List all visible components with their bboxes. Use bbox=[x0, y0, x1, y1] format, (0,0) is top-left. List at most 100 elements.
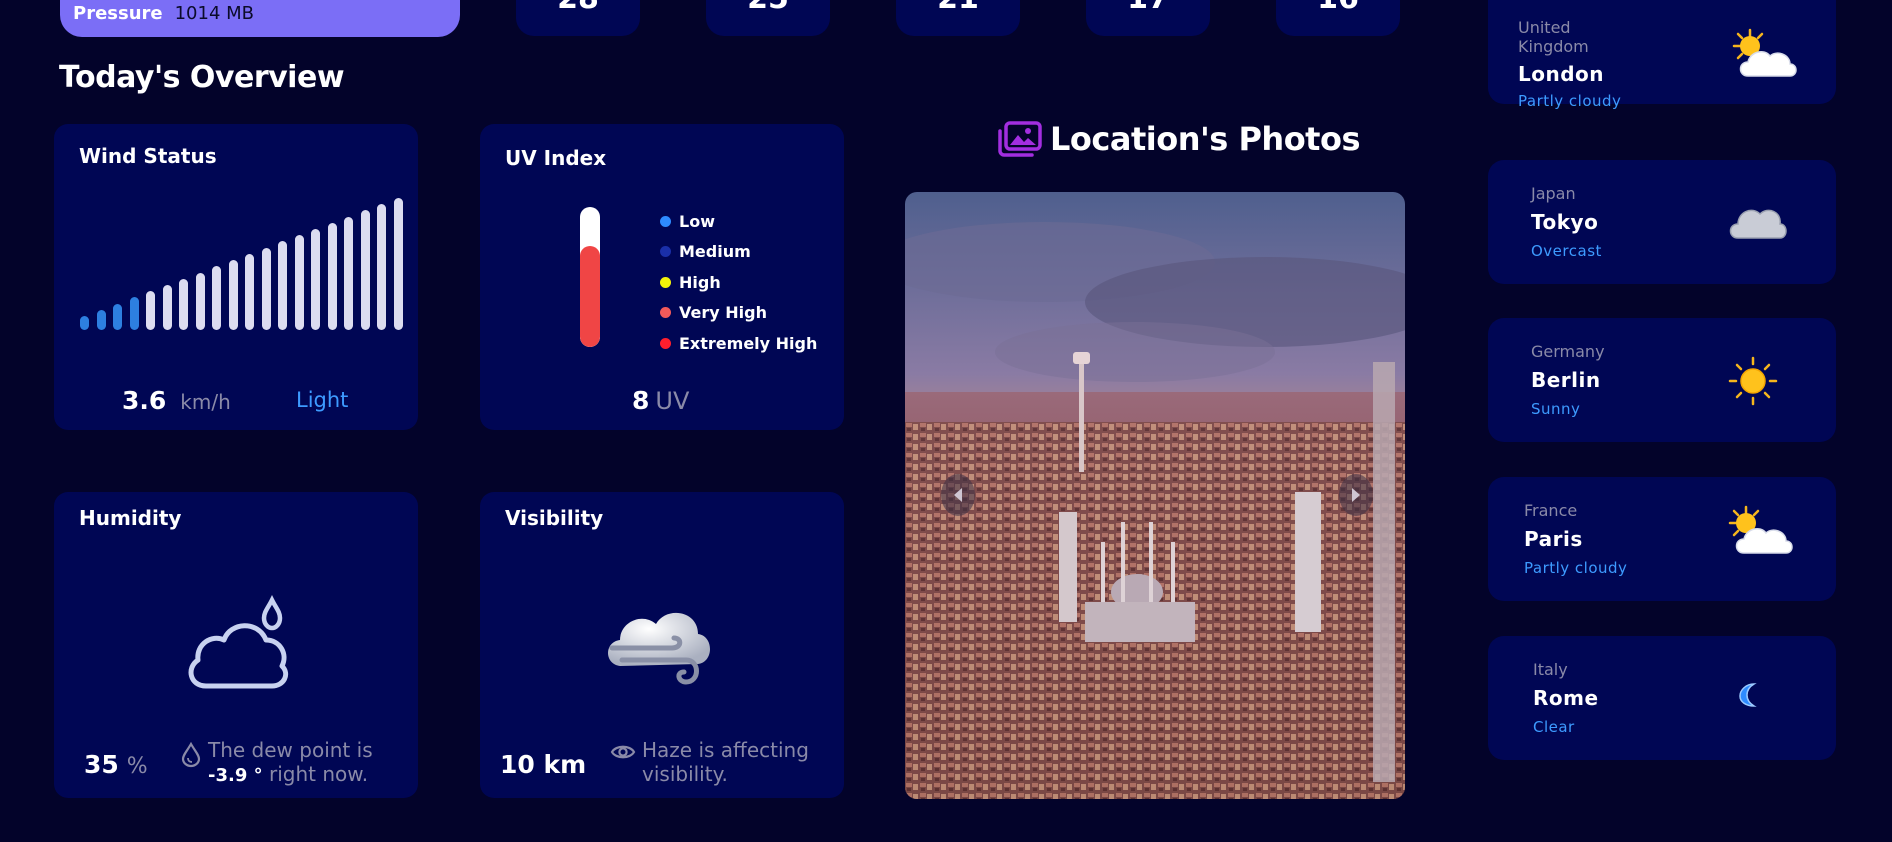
pressure-pill: Pressure 1014 MB bbox=[60, 0, 460, 37]
chevron-right-icon bbox=[1352, 488, 1360, 502]
location-photo-carousel[interactable] bbox=[905, 192, 1405, 799]
photo-prev-button[interactable] bbox=[941, 474, 975, 516]
uv-legend-label: Extremely High bbox=[679, 333, 818, 353]
wind-bar bbox=[261, 247, 271, 330]
city-name: Tokyo bbox=[1531, 210, 1599, 234]
uv-value: 8 bbox=[632, 386, 650, 415]
uv-legend-label: Very High bbox=[679, 303, 767, 323]
wind-bar bbox=[228, 260, 238, 330]
wind-bar bbox=[377, 204, 386, 330]
wind-speed-unit: km/h bbox=[180, 390, 231, 414]
photos-heading: Location's Photos bbox=[998, 120, 1361, 158]
visibility-value: 10 km bbox=[500, 750, 587, 779]
uv-legend-item: High bbox=[660, 267, 817, 298]
forecast-temp-3[interactable]: 21 bbox=[896, 0, 1020, 36]
city-name: London bbox=[1518, 62, 1605, 86]
city-card-paris[interactable]: France Paris Partly cloudy bbox=[1488, 477, 1836, 601]
photo-next-button[interactable] bbox=[1339, 474, 1373, 516]
wind-bar bbox=[179, 278, 188, 330]
wind-speed-value: 3.6 bbox=[122, 386, 167, 415]
uv-gauge-fill bbox=[580, 246, 600, 347]
forecast-temp-value: 28 bbox=[516, 0, 640, 14]
uv-index-title: UV Index bbox=[505, 146, 607, 170]
uv-legend-dot bbox=[660, 276, 671, 288]
wind-bar bbox=[294, 235, 304, 330]
visibility-title: Visibility bbox=[505, 506, 604, 530]
photo-gallery-icon bbox=[998, 121, 1042, 157]
uv-legend-dot bbox=[660, 246, 671, 258]
forecast-temp-value: 25 bbox=[706, 0, 830, 14]
uv-legend-item: Very High bbox=[660, 298, 817, 329]
city-card-berlin[interactable]: Germany Berlin Sunny bbox=[1488, 318, 1836, 442]
photos-title: Location's Photos bbox=[1050, 120, 1361, 158]
city-condition: Overcast bbox=[1531, 242, 1602, 260]
uv-gauge bbox=[580, 207, 600, 347]
forecast-temp-5[interactable]: 16 bbox=[1276, 0, 1400, 36]
city-country: France bbox=[1524, 501, 1578, 520]
city-name: Rome bbox=[1533, 686, 1599, 710]
uv-legend-dot bbox=[660, 337, 671, 349]
wind-bar bbox=[212, 266, 221, 330]
city-condition: Partly cloudy bbox=[1518, 92, 1622, 110]
city-country: Japan bbox=[1531, 184, 1576, 203]
uv-index-card: UV Index Low Medium High Very High Extremely… bbox=[480, 124, 844, 430]
wind-bar bbox=[327, 222, 337, 330]
uv-legend: Low Medium High Very High Extremely High bbox=[660, 206, 817, 359]
uv-legend-dot bbox=[660, 215, 671, 227]
pressure-value: 1014 MB bbox=[174, 3, 255, 24]
visibility-note-line1: Haze is affecting bbox=[642, 738, 809, 762]
uv-legend-dot bbox=[660, 307, 671, 319]
wind-status-title: Wind Status bbox=[79, 144, 217, 168]
overview-title: Today's Overview bbox=[59, 60, 345, 95]
humidity-title: Humidity bbox=[79, 506, 182, 530]
humidity-unit: % bbox=[126, 754, 148, 779]
city-card-rome[interactable]: Italy Rome Clear bbox=[1488, 636, 1836, 760]
cloud-icon bbox=[1729, 209, 1787, 239]
uv-unit: UV bbox=[655, 387, 690, 415]
wind-bar bbox=[278, 241, 287, 330]
city-country: Italy bbox=[1533, 660, 1568, 679]
wind-bar bbox=[146, 291, 155, 330]
location-photo bbox=[905, 192, 1405, 799]
sun-icon bbox=[1728, 356, 1778, 406]
city-name: Paris bbox=[1524, 527, 1583, 551]
wind-bar bbox=[113, 303, 122, 330]
pressure-label: Pressure bbox=[73, 3, 163, 24]
uv-legend-item: Medium bbox=[660, 237, 817, 268]
visibility-note-line2: visibility. bbox=[642, 762, 728, 786]
wind-bar bbox=[96, 309, 106, 330]
wind-bar bbox=[245, 253, 254, 330]
city-country-line2: Kingdom bbox=[1518, 37, 1589, 56]
wind-bar bbox=[80, 316, 89, 330]
haze-cloud-icon bbox=[608, 612, 710, 685]
uv-legend-item: Low bbox=[660, 206, 817, 237]
forecast-temp-value: 16 bbox=[1276, 0, 1400, 14]
city-country: United Kingdom bbox=[1518, 18, 1589, 56]
dew-point-prefix: The dew point is bbox=[208, 738, 373, 762]
wind-bar bbox=[195, 272, 205, 330]
moon-icon bbox=[1739, 683, 1757, 707]
forecast-temp-4[interactable]: 17 bbox=[1086, 0, 1210, 36]
dew-point-value: -3.9 ° bbox=[208, 765, 263, 786]
forecast-temp-2[interactable]: 25 bbox=[706, 0, 830, 36]
forecast-temp-value: 21 bbox=[896, 0, 1020, 14]
humidity-value: 35 bbox=[84, 750, 119, 779]
uv-legend-item: Extremely High bbox=[660, 328, 817, 359]
uv-legend-label: Medium bbox=[679, 242, 751, 262]
partly-cloudy-icon bbox=[1732, 28, 1797, 77]
wind-bar bbox=[162, 284, 172, 330]
city-card-tokyo[interactable]: Japan Tokyo Overcast bbox=[1488, 160, 1836, 284]
forecast-temp-1[interactable]: 28 bbox=[516, 0, 640, 36]
cloud-droplet-icon bbox=[188, 594, 289, 689]
city-card-london[interactable]: United Kingdom London Partly cloudy bbox=[1488, 0, 1836, 110]
dew-point-icon bbox=[181, 742, 201, 768]
partly-cloudy-icon bbox=[1728, 505, 1793, 554]
wind-bar bbox=[344, 216, 353, 330]
visibility-card: Visibility 10 km Haze is affecting visib… bbox=[480, 492, 844, 798]
dew-point-note: The dew point is -3.9 ° right now. bbox=[208, 738, 373, 788]
city-condition: Clear bbox=[1533, 718, 1575, 736]
chevron-left-icon bbox=[954, 488, 962, 502]
city-name: Berlin bbox=[1531, 368, 1601, 392]
wind-level: Light bbox=[296, 388, 349, 412]
eye-icon bbox=[610, 745, 636, 759]
